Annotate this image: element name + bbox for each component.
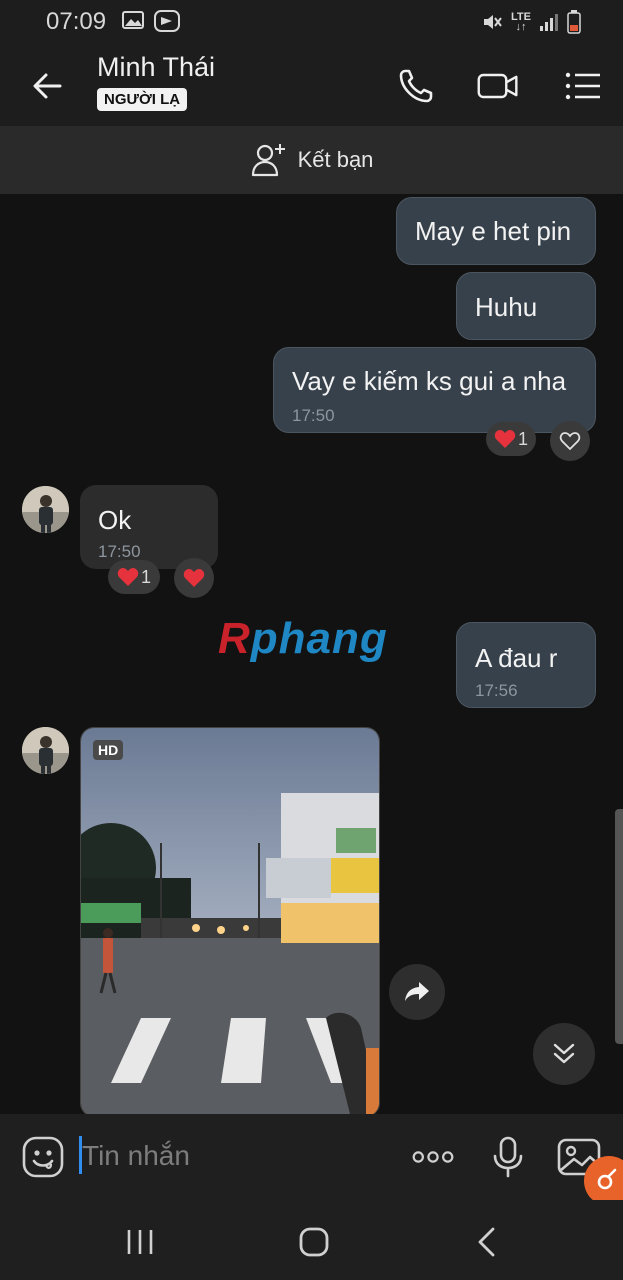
status-system-icons: LTE ↓↑	[481, 10, 581, 34]
message-text: A đau r	[475, 643, 558, 673]
emoji-icon[interactable]	[20, 1134, 66, 1180]
add-user-icon	[251, 144, 285, 177]
stranger-badge: NGƯỜI LẠ	[97, 88, 188, 111]
message-bubble-in[interactable]: Ok 17:50	[80, 485, 218, 569]
message-bubble-out[interactable]: A đau r 17:56	[456, 622, 596, 708]
menu-list-icon[interactable]	[560, 64, 604, 108]
system-nav-bar	[0, 1200, 623, 1280]
heart-icon	[494, 430, 516, 448]
message-bubble-out[interactable]: Huhu	[456, 272, 596, 340]
message-time: 17:56	[475, 681, 518, 700]
street-photo	[81, 728, 379, 1114]
mic-icon[interactable]	[485, 1134, 531, 1180]
link-icon	[597, 1168, 617, 1190]
add-friend-button[interactable]: Kết bạn	[0, 126, 623, 194]
message-time: 17:50	[292, 406, 335, 425]
status-notification-icons	[122, 9, 180, 33]
scroll-handle[interactable]	[615, 809, 623, 1044]
app-notification-icon	[154, 10, 180, 32]
heart-outline-icon	[559, 432, 581, 451]
message-bubble-out[interactable]: May e het pin	[396, 197, 596, 265]
back-arrow-icon[interactable]	[28, 66, 68, 106]
scroll-to-bottom-button[interactable]	[533, 1023, 595, 1085]
battery-icon	[567, 10, 581, 34]
message-bubble-out[interactable]: Vay e kiếm ks gui a nha 17:50	[273, 347, 596, 433]
react-button[interactable]	[550, 421, 590, 461]
message-text: Ok	[98, 505, 132, 535]
nav-back-icon[interactable]	[468, 1222, 508, 1262]
reaction-number: 1	[517, 428, 528, 449]
watermark-logo: Rphang	[218, 614, 388, 663]
avatar-photo	[22, 486, 69, 533]
heart-icon	[183, 569, 205, 587]
photo-message[interactable]: HD	[80, 727, 380, 1114]
forward-button[interactable]	[389, 964, 445, 1020]
message-text: May e het pin	[415, 216, 572, 246]
avatar[interactable]	[22, 727, 69, 774]
scroll-down-icon	[553, 1043, 575, 1064]
network-label: LTE ↓↑	[511, 11, 531, 33]
react-button[interactable]	[174, 558, 214, 598]
phone-icon[interactable]	[394, 64, 438, 108]
status-bar: 07:09 LTE ↓↑	[0, 0, 623, 44]
message-text: Huhu	[475, 292, 538, 322]
image-notification-icon	[122, 11, 144, 29]
message-input[interactable]: Tin nhắn	[82, 1140, 190, 1172]
chat-header: Minh Thái NGƯỜI LẠ	[0, 44, 623, 126]
mute-icon	[484, 15, 502, 29]
signal-icon	[540, 14, 558, 31]
message-time: 17:50	[98, 542, 141, 561]
recent-apps-icon[interactable]	[120, 1222, 160, 1262]
message-text: Vay e kiếm ks gui a nha	[292, 366, 567, 396]
message-list[interactable]: May e het pin Huhu Vay e kiếm ks gui a n…	[0, 194, 623, 1114]
reaction-number: 1	[140, 566, 151, 587]
contact-name[interactable]: Minh Thái	[97, 52, 215, 83]
more-icon[interactable]	[410, 1134, 456, 1180]
video-icon[interactable]	[476, 64, 520, 108]
reaction-count[interactable]: 1	[486, 422, 536, 456]
avatar[interactable]	[22, 486, 69, 533]
reaction-count[interactable]: 1	[108, 560, 160, 594]
status-time: 07:09	[46, 8, 107, 35]
message-input-bar: Tin nhắn	[0, 1114, 623, 1200]
home-icon[interactable]	[294, 1222, 334, 1262]
avatar-photo	[22, 727, 69, 774]
hd-badge: HD	[93, 740, 124, 760]
heart-icon	[117, 568, 139, 586]
forward-icon	[405, 982, 429, 1001]
add-friend-label: Kết bạn	[297, 147, 374, 172]
